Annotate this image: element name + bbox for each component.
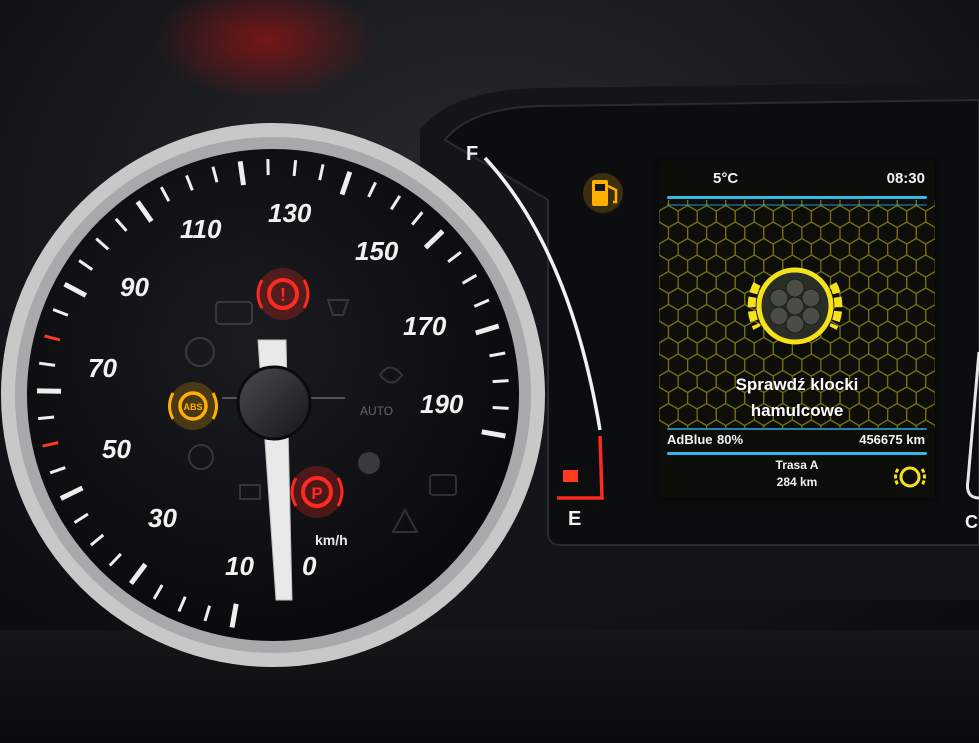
abs-warning-light: ABS [168,382,218,430]
speed-label-90: 90 [120,272,149,302]
abs-text: ABS [183,402,202,412]
brake-pad-icon [747,267,843,345]
speed-tick [292,159,298,177]
brake-symbol: ! [280,285,286,305]
clock: 08:30 [886,170,925,187]
right-gauge-label: C [965,512,978,532]
info-divider-bottom [667,452,927,455]
speed-label-0: 0 [302,551,317,581]
fuel-level-bar [563,470,578,482]
speed-tick [38,361,56,367]
speed-label-30: 30 [148,503,177,533]
speed-label-150: 150 [355,236,399,266]
speed-label-170: 170 [403,311,447,341]
adblue-value: 80% [717,432,744,447]
speed-label-130: 130 [268,198,312,228]
speed-label-10: 10 [225,551,254,581]
header-divider-faint [667,204,927,206]
speed-unit: km/h [315,532,348,548]
dial-dot [358,452,380,474]
fuel-full-label: F [466,143,478,165]
speed-label-70: 70 [88,353,117,383]
brake-warning-light: ! [256,268,310,320]
warning-message-line2: hamulcowe [750,401,844,420]
brake-pad-small-icon [893,466,927,488]
warning-message: Sprawdź klocki hamulcowe [659,372,935,424]
temperature: 5°C [713,170,739,187]
adblue-label: AdBlue [667,432,713,447]
warning-message-line1: Sprawdź klocki [735,375,859,394]
speed-label-190: 190 [420,389,464,419]
speed-tick [492,405,509,410]
fuel-pump-icon [583,173,623,213]
speed-label-110: 110 [180,214,222,244]
header-divider [667,196,927,199]
speedometer: 0 10 30 50 70 90 110 130 150 170 190 km/… [1,123,545,667]
info-display: 5°C 08:30 Sprawdź klocki hamulcowe AdBlu… [659,160,935,498]
speed-tick [237,160,246,186]
speed-tick [38,415,55,421]
parking-symbol: P [311,484,322,503]
speed-tick [492,379,509,384]
speed-label-50: 50 [102,434,131,464]
auto-label: AUTO [360,404,393,418]
needle-hub [236,365,312,441]
odometer: 456675 km [859,432,925,447]
parking-brake-light: P [290,466,344,518]
info-divider-top [667,428,927,430]
fuel-empty-label: E [568,508,581,530]
